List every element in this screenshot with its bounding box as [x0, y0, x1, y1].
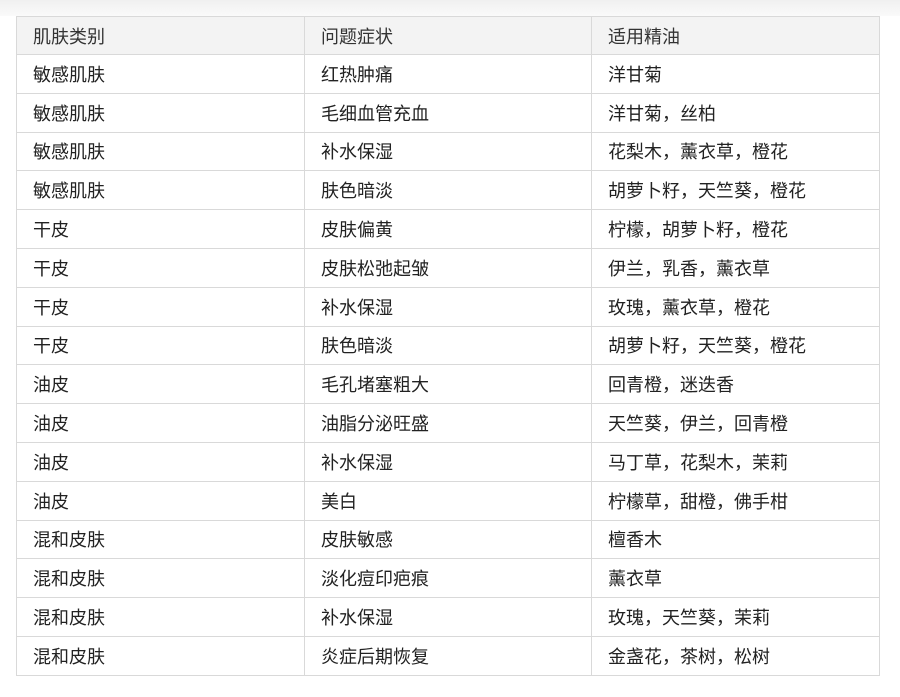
cell-symptom: 肤色暗淡 [304, 170, 592, 211]
cell-skin-type: 敏感肌肤 [16, 131, 305, 172]
cell-skin-type: 油皮 [16, 403, 305, 443]
cell-oils: 胡萝卜籽，天竺葵，橙花 [591, 325, 880, 366]
table-row: 混和皮肤 补水保湿 玫瑰，天竺葵，茉莉 [16, 597, 880, 637]
cell-oils: 金盏花，茶树，松树 [591, 635, 880, 676]
cell-oils: 天竺葵，伊兰，回青橙 [591, 403, 880, 443]
cell-symptom: 补水保湿 [304, 597, 592, 637]
cell-skin-type: 干皮 [16, 325, 305, 366]
cell-skin-type: 干皮 [16, 247, 305, 288]
cell-oils: 回青橙，迷迭香 [591, 364, 880, 405]
cell-skin-type: 敏感肌肤 [16, 170, 305, 211]
table-row: 干皮 皮肤松弛起皱 伊兰，乳香，薰衣草 [16, 247, 880, 288]
cell-skin-type: 混和皮肤 [16, 519, 305, 560]
cell-skin-type: 干皮 [16, 286, 305, 327]
table-row: 油皮 补水保湿 马丁草，花梨木，茉莉 [16, 441, 880, 482]
cell-skin-type: 油皮 [16, 480, 305, 521]
table-row: 混和皮肤 皮肤敏感 檀香木 [16, 519, 880, 560]
cell-skin-type: 干皮 [16, 209, 305, 249]
cell-symptom: 红热肿痛 [304, 54, 592, 94]
table-row: 敏感肌肤 补水保湿 花梨木，薰衣草，橙花 [16, 131, 880, 172]
table-row: 混和皮肤 炎症后期恢复 金盏花，茶树，松树 [16, 635, 880, 676]
cell-symptom: 油脂分泌旺盛 [304, 403, 592, 443]
table-row: 干皮 肤色暗淡 胡萝卜籽，天竺葵，橙花 [16, 325, 880, 366]
header-skin-type: 肌肤类别 [16, 16, 305, 55]
table-row: 混和皮肤 淡化痘印疤痕 薰衣草 [16, 558, 880, 599]
cell-skin-type: 混和皮肤 [16, 558, 305, 599]
cell-oils: 洋甘菊 [591, 54, 880, 94]
cell-oils: 玫瑰，天竺葵，茉莉 [591, 597, 880, 637]
table-row: 敏感肌肤 红热肿痛 洋甘菊 [16, 54, 880, 94]
cell-symptom: 淡化痘印疤痕 [304, 558, 592, 599]
cell-oils: 马丁草，花梨木，茉莉 [591, 441, 880, 482]
cell-symptom: 肤色暗淡 [304, 325, 592, 366]
table-row: 干皮 补水保湿 玫瑰，薰衣草，橙花 [16, 286, 880, 327]
table-row: 油皮 毛孔堵塞粗大 回青橙，迷迭香 [16, 364, 880, 405]
cell-symptom: 皮肤松弛起皱 [304, 247, 592, 288]
table-row: 敏感肌肤 肤色暗淡 胡萝卜籽，天竺葵，橙花 [16, 170, 880, 211]
cell-symptom: 毛孔堵塞粗大 [304, 364, 592, 405]
cell-oils: 柠檬，胡萝卜籽，橙花 [591, 209, 880, 249]
top-bar [0, 0, 900, 16]
cell-oils: 胡萝卜籽，天竺葵，橙花 [591, 170, 880, 211]
table-row: 干皮 皮肤偏黄 柠檬，胡萝卜籽，橙花 [16, 209, 880, 249]
table-header-row: 肌肤类别 问题症状 适用精油 [16, 16, 880, 55]
table-row: 油皮 美白 柠檬草，甜橙，佛手柑 [16, 480, 880, 521]
header-oils: 适用精油 [591, 16, 880, 55]
cell-skin-type: 油皮 [16, 441, 305, 482]
cell-symptom: 毛细血管充血 [304, 92, 592, 133]
essential-oil-table: 肌肤类别 问题症状 适用精油 敏感肌肤 红热肿痛 洋甘菊 敏感肌肤 毛细血管充血 洋甘菊… [16, 16, 880, 676]
cell-oils: 檀香木 [591, 519, 880, 560]
cell-oils: 玫瑰，薰衣草，橙花 [591, 286, 880, 327]
cell-oils: 柠檬草，甜橙，佛手柑 [591, 480, 880, 521]
cell-oils: 伊兰，乳香，薰衣草 [591, 247, 880, 288]
cell-symptom: 皮肤偏黄 [304, 209, 592, 249]
cell-symptom: 美白 [304, 480, 592, 521]
table-row: 油皮 油脂分泌旺盛 天竺葵，伊兰，回青橙 [16, 403, 880, 443]
cell-skin-type: 敏感肌肤 [16, 92, 305, 133]
cell-symptom: 补水保湿 [304, 441, 592, 482]
cell-skin-type: 敏感肌肤 [16, 54, 305, 94]
cell-oils: 花梨木，薰衣草，橙花 [591, 131, 880, 172]
header-symptom: 问题症状 [304, 16, 592, 55]
cell-oils: 洋甘菊，丝柏 [591, 92, 880, 133]
cell-skin-type: 混和皮肤 [16, 597, 305, 637]
cell-symptom: 补水保湿 [304, 131, 592, 172]
cell-skin-type: 油皮 [16, 364, 305, 405]
table-row: 敏感肌肤 毛细血管充血 洋甘菊，丝柏 [16, 92, 880, 133]
cell-skin-type: 混和皮肤 [16, 635, 305, 676]
cell-symptom: 补水保湿 [304, 286, 592, 327]
cell-oils: 薰衣草 [591, 558, 880, 599]
cell-symptom: 皮肤敏感 [304, 519, 592, 560]
cell-symptom: 炎症后期恢复 [304, 635, 592, 676]
